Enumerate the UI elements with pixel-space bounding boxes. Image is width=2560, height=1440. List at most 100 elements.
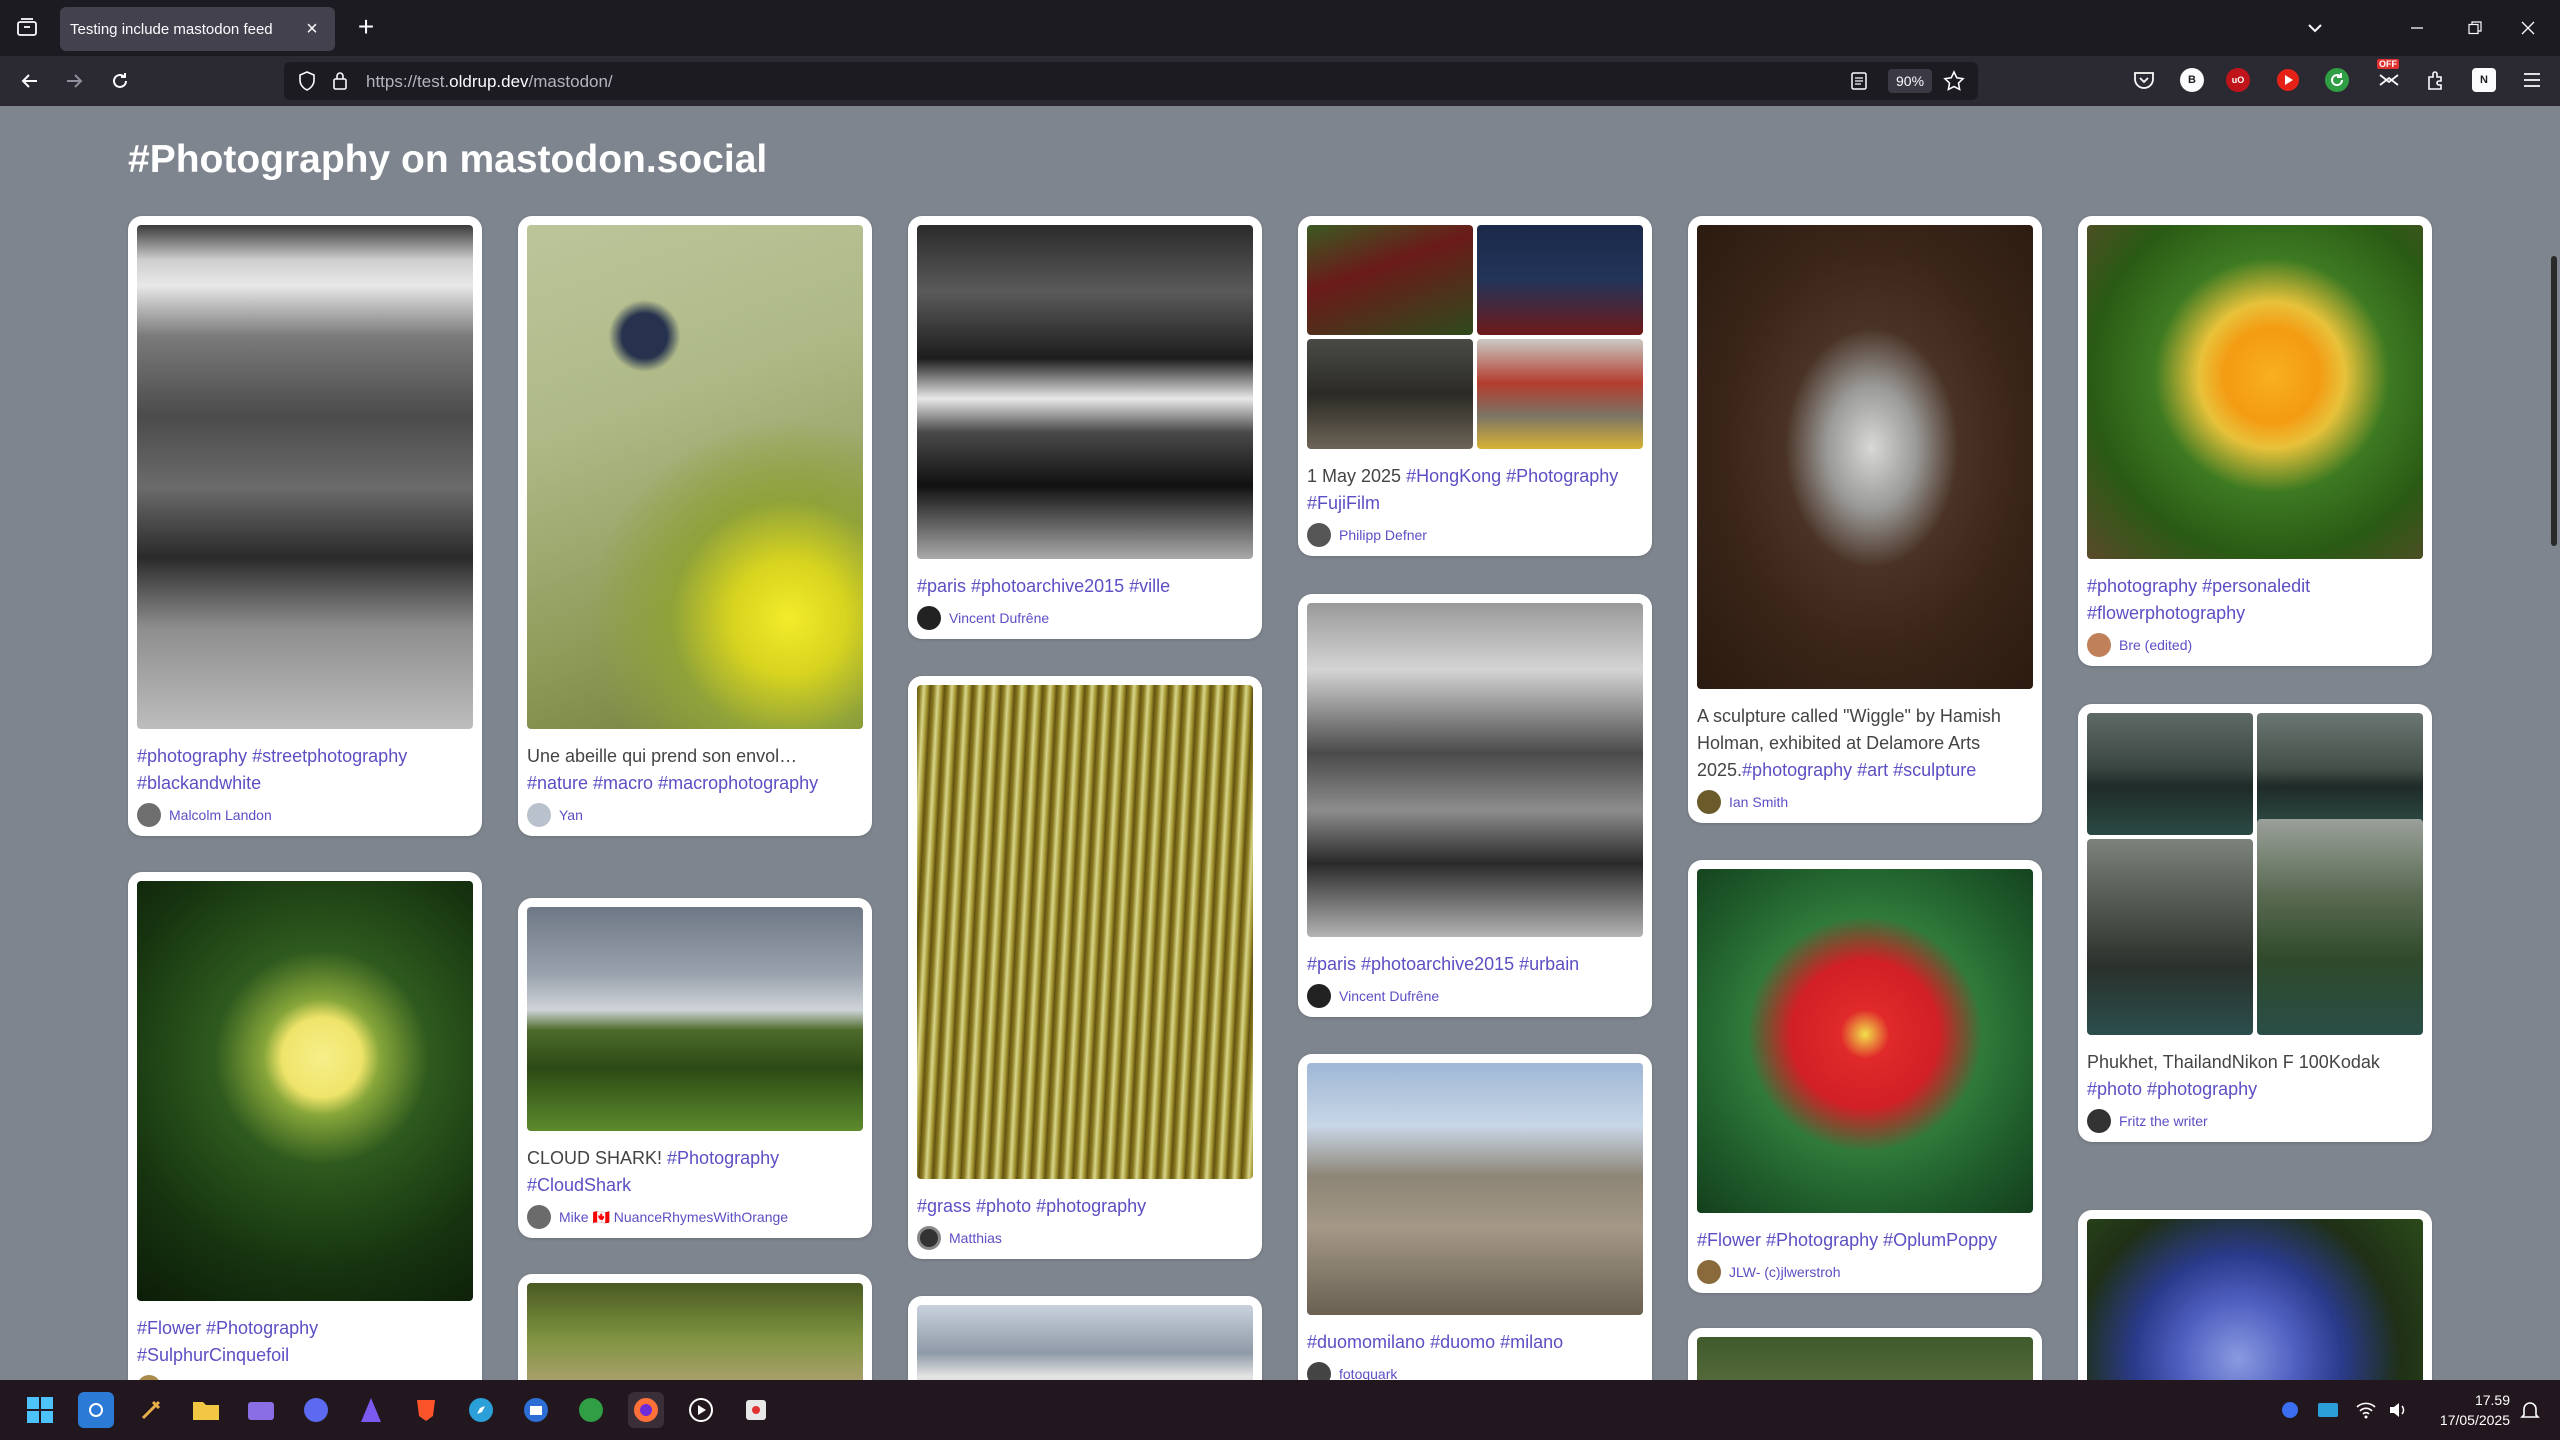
pen-tool-icon[interactable]	[133, 1392, 169, 1428]
hashtags[interactable]: #photo #photography	[2087, 1079, 2257, 1099]
tab-list-icon[interactable]	[14, 14, 40, 40]
files-app-icon[interactable]	[243, 1392, 279, 1428]
wifi-icon[interactable]	[2348, 1392, 2384, 1428]
minimize-icon[interactable]	[2394, 10, 2440, 46]
post-card[interactable]: A sculpture called "Wiggle" by Hamish Ho…	[1688, 216, 2042, 823]
post-author[interactable]: Ian Smith	[1697, 790, 2033, 814]
author-name[interactable]: Vincent Dufrêne	[1339, 988, 1439, 1004]
tray-app-icon-2[interactable]	[2310, 1392, 2346, 1428]
post-image[interactable]	[2087, 713, 2253, 835]
control-panel-icon[interactable]	[78, 1392, 114, 1428]
notifications-icon[interactable]	[2512, 1392, 2548, 1428]
post-card[interactable]: 1 May 2025 #HongKong #Photography #FujiF…	[1298, 216, 1652, 556]
list-all-tabs-icon[interactable]	[2300, 12, 2330, 44]
post-card[interactable]: #paris #photoarchive2015 #urbain Vincent…	[1298, 594, 1652, 1017]
author-name[interactable]: Malcolm Landon	[169, 807, 272, 823]
back-arrow-icon[interactable]	[14, 65, 46, 97]
post-author[interactable]: Malcolm Landon	[137, 803, 473, 827]
post-author[interactable]: Fritz the writer	[2087, 1109, 2423, 1133]
volume-icon[interactable]	[2380, 1392, 2416, 1428]
pocket-icon[interactable]	[2132, 68, 2156, 92]
post-image[interactable]	[917, 685, 1253, 1179]
author-name[interactable]: Vincent Dufrêne	[949, 610, 1049, 626]
post-image[interactable]	[917, 1305, 1253, 1380]
page-scrollbar[interactable]	[2548, 106, 2560, 1380]
off-extension-icon[interactable]: OFF	[2375, 59, 2403, 92]
hamburger-menu-icon[interactable]	[2520, 68, 2544, 92]
author-name[interactable]: Fritz the writer	[2119, 1113, 2208, 1129]
hashtags[interactable]: #photography #streetphotography #blackan…	[137, 746, 407, 793]
author-name[interactable]: Philipp Defner	[1339, 527, 1427, 543]
post-image[interactable]	[527, 225, 863, 729]
reader-view-icon[interactable]	[1850, 71, 1868, 96]
author-name[interactable]: Yan	[559, 807, 583, 823]
new-tab-button[interactable]: +	[350, 12, 382, 44]
zoom-level-badge[interactable]: 90%	[1888, 69, 1933, 93]
hashtags[interactable]: #nature #macro #macrophotography	[527, 773, 818, 793]
address-bar[interactable]: https://test.oldrup.dev/mastodon/ 90%	[284, 62, 1978, 100]
post-author[interactable]: JLW- (c)jlwerstroh	[1697, 1260, 2033, 1284]
post-card[interactable]	[518, 1274, 872, 1380]
post-card[interactable]: #photography #streetphotography #blackan…	[128, 216, 482, 836]
post-card[interactable]	[1688, 1328, 2042, 1380]
post-card[interactable]: #duomomilano #duomo #milano fotoquark	[1298, 1054, 1652, 1380]
tray-app-icon[interactable]	[2272, 1392, 2308, 1428]
forward-arrow-icon[interactable]	[58, 65, 90, 97]
post-image[interactable]	[1307, 339, 1473, 449]
post-image[interactable]	[1477, 339, 1643, 449]
n-extension-icon[interactable]: N	[2472, 68, 2496, 92]
file-explorer-icon[interactable]	[188, 1392, 224, 1428]
tab-close-icon[interactable]: ×	[301, 18, 323, 41]
author-name[interactable]: Bre (edited)	[2119, 637, 2192, 653]
post-card[interactable]	[908, 1296, 1262, 1380]
author-name[interactable]: JLW- (c)jlwerstroh	[1729, 1264, 1841, 1280]
post-author[interactable]: Vincent Dufrêne	[917, 606, 1253, 630]
youtube-icon[interactable]	[2276, 68, 2300, 92]
messenger-icon[interactable]	[298, 1392, 334, 1428]
post-author[interactable]: Mike 🇨🇦 NuanceRhymesWithOrange	[527, 1205, 863, 1229]
post-image[interactable]	[1307, 603, 1643, 937]
author-name[interactable]: Ian Smith	[1729, 794, 1788, 810]
bookmark-star-icon[interactable]	[1943, 70, 1965, 97]
thunderbird-icon[interactable]	[518, 1392, 554, 1428]
post-author[interactable]: Matthias	[917, 1226, 1253, 1250]
post-image[interactable]	[2257, 713, 2423, 835]
post-image[interactable]	[1697, 225, 2033, 689]
windows-start-icon[interactable]	[22, 1392, 58, 1428]
post-image[interactable]	[527, 1283, 863, 1380]
brave-browser-icon[interactable]	[408, 1392, 444, 1428]
proton-icon[interactable]	[353, 1392, 389, 1428]
browser-compass-icon[interactable]	[463, 1392, 499, 1428]
post-image[interactable]	[2087, 1219, 2423, 1380]
post-card[interactable]: #paris #photoarchive2015 #ville Vincent …	[908, 216, 1262, 639]
hashtags[interactable]: #Flower #Photography #OplumPoppy	[1697, 1230, 1997, 1250]
post-image[interactable]	[2087, 225, 2423, 559]
post-image[interactable]	[1697, 1337, 2033, 1380]
hashtags[interactable]: #photography #art #sculpture	[1742, 760, 1976, 780]
author-name[interactable]: Mike 🇨🇦 NuanceRhymesWithOrange	[559, 1209, 788, 1226]
post-image[interactable]	[137, 225, 473, 729]
post-image[interactable]	[1697, 869, 2033, 1213]
post-image[interactable]	[2257, 819, 2423, 1035]
post-card[interactable]: #Flower #Photography #SulphurCinquefoil	[128, 872, 482, 1380]
tracking-protection-shield-icon[interactable]	[298, 71, 316, 96]
hashtags[interactable]: #Flower #Photography #SulphurCinquefoil	[137, 1318, 318, 1365]
post-card[interactable]: #grass #photo #photography Matthias	[908, 676, 1262, 1259]
close-window-icon[interactable]	[2505, 10, 2551, 46]
post-image[interactable]	[1307, 225, 1473, 335]
scrollbar-thumb[interactable]	[2551, 256, 2557, 546]
post-image[interactable]	[1477, 225, 1643, 335]
author-name[interactable]: fotoquark	[1339, 1366, 1397, 1380]
post-card[interactable]: CLOUD SHARK! #Photography #CloudShark Mi…	[518, 898, 872, 1238]
hashtags[interactable]: #duomomilano #duomo #milano	[1307, 1332, 1563, 1352]
post-author[interactable]: fotoquark	[1307, 1362, 1643, 1380]
hashtags[interactable]: #paris #photoarchive2015 #urbain	[1307, 954, 1579, 974]
ublock-origin-icon[interactable]: uO	[2226, 68, 2250, 92]
post-image[interactable]	[1307, 1063, 1643, 1315]
post-image[interactable]	[137, 881, 473, 1301]
post-image[interactable]	[527, 907, 863, 1131]
hashtags[interactable]: #grass #photo #photography	[917, 1196, 1146, 1216]
post-author[interactable]: Yan	[527, 803, 863, 827]
firefox-icon[interactable]	[628, 1392, 664, 1428]
b-extension-icon[interactable]: B	[2180, 68, 2204, 92]
